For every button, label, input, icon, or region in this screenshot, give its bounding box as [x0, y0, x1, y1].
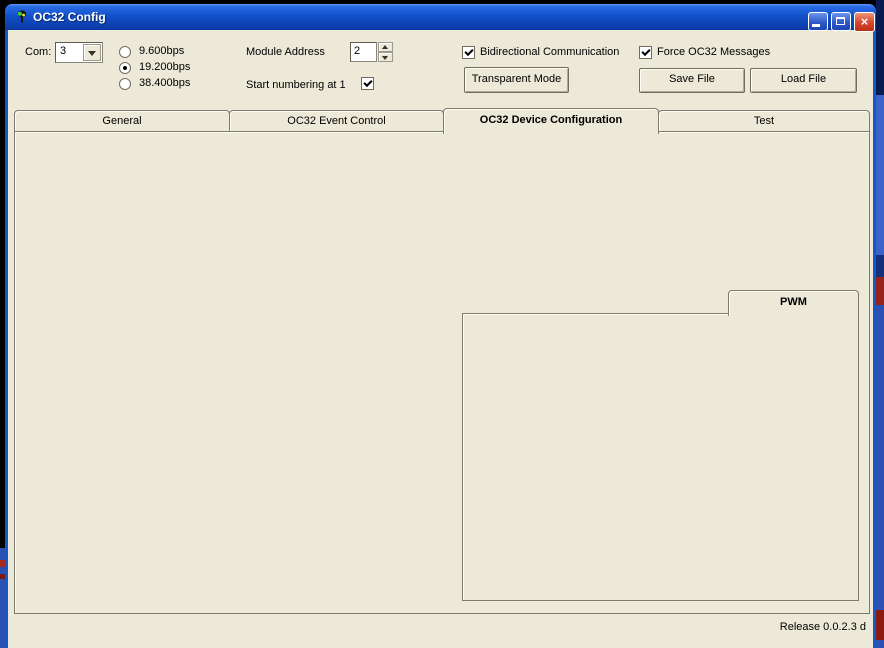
background-block [876, 95, 884, 255]
baud-label-19200[interactable]: 19.200bps [139, 61, 190, 74]
minimize-icon [812, 24, 820, 27]
com-value: 3 [60, 45, 66, 57]
background-block [876, 610, 884, 640]
module-address-label: Module Address [246, 46, 325, 59]
minimize-button[interactable] [808, 12, 828, 31]
save-file-button[interactable]: Save File [639, 68, 745, 93]
background-block [876, 277, 884, 305]
title-bar[interactable]: OC32 Config × [5, 4, 876, 30]
transparent-mode-button[interactable]: Transparent Mode [464, 67, 569, 93]
baud-radio-9600[interactable] [119, 46, 131, 58]
module-address-down-icon[interactable] [378, 52, 393, 62]
app-icon [14, 9, 30, 25]
force-oc32-checkbox[interactable] [639, 46, 652, 59]
bidirectional-checkbox[interactable] [462, 46, 475, 59]
force-oc32-label[interactable]: Force OC32 Messages [657, 46, 770, 59]
baud-radio-19200[interactable] [119, 62, 131, 74]
maximize-button[interactable] [831, 12, 851, 31]
chevron-down-icon[interactable] [83, 44, 101, 61]
window-title: OC32 Config [33, 10, 106, 24]
start-numbering-checkbox[interactable] [361, 77, 374, 90]
close-button[interactable]: × [854, 12, 875, 32]
com-select[interactable]: 3 [55, 42, 103, 63]
pwm-page [462, 313, 859, 601]
start-numbering-label: Start numbering at 1 [246, 79, 346, 92]
tab-event-control[interactable]: OC32 Event Control [229, 110, 444, 133]
background-block [876, 0, 884, 95]
tab-device-configuration[interactable]: OC32 Device Configuration [443, 108, 659, 134]
load-file-button[interactable]: Load File [750, 68, 857, 93]
module-address-field[interactable]: 2 [350, 42, 377, 62]
module-address-up-icon[interactable] [378, 42, 393, 52]
bidirectional-label[interactable]: Bidirectional Communication [480, 46, 619, 59]
com-label: Com: [25, 46, 51, 59]
baud-radio-38400[interactable] [119, 78, 131, 90]
release-version: Release 0.0.2.3 d [700, 621, 866, 634]
baud-label-38400[interactable]: 38.400bps [139, 77, 190, 90]
baud-label-9600[interactable]: 9.600bps [139, 45, 184, 58]
background-block [876, 255, 884, 277]
tab-general[interactable]: General [14, 110, 230, 133]
tab-pwm[interactable]: PWM [728, 290, 859, 316]
maximize-icon [836, 17, 845, 25]
desktop: OC32 Config × Com: 3 9.600bps 19.200bps … [0, 0, 884, 648]
tab-test[interactable]: Test [658, 110, 870, 133]
close-icon: × [861, 14, 869, 29]
